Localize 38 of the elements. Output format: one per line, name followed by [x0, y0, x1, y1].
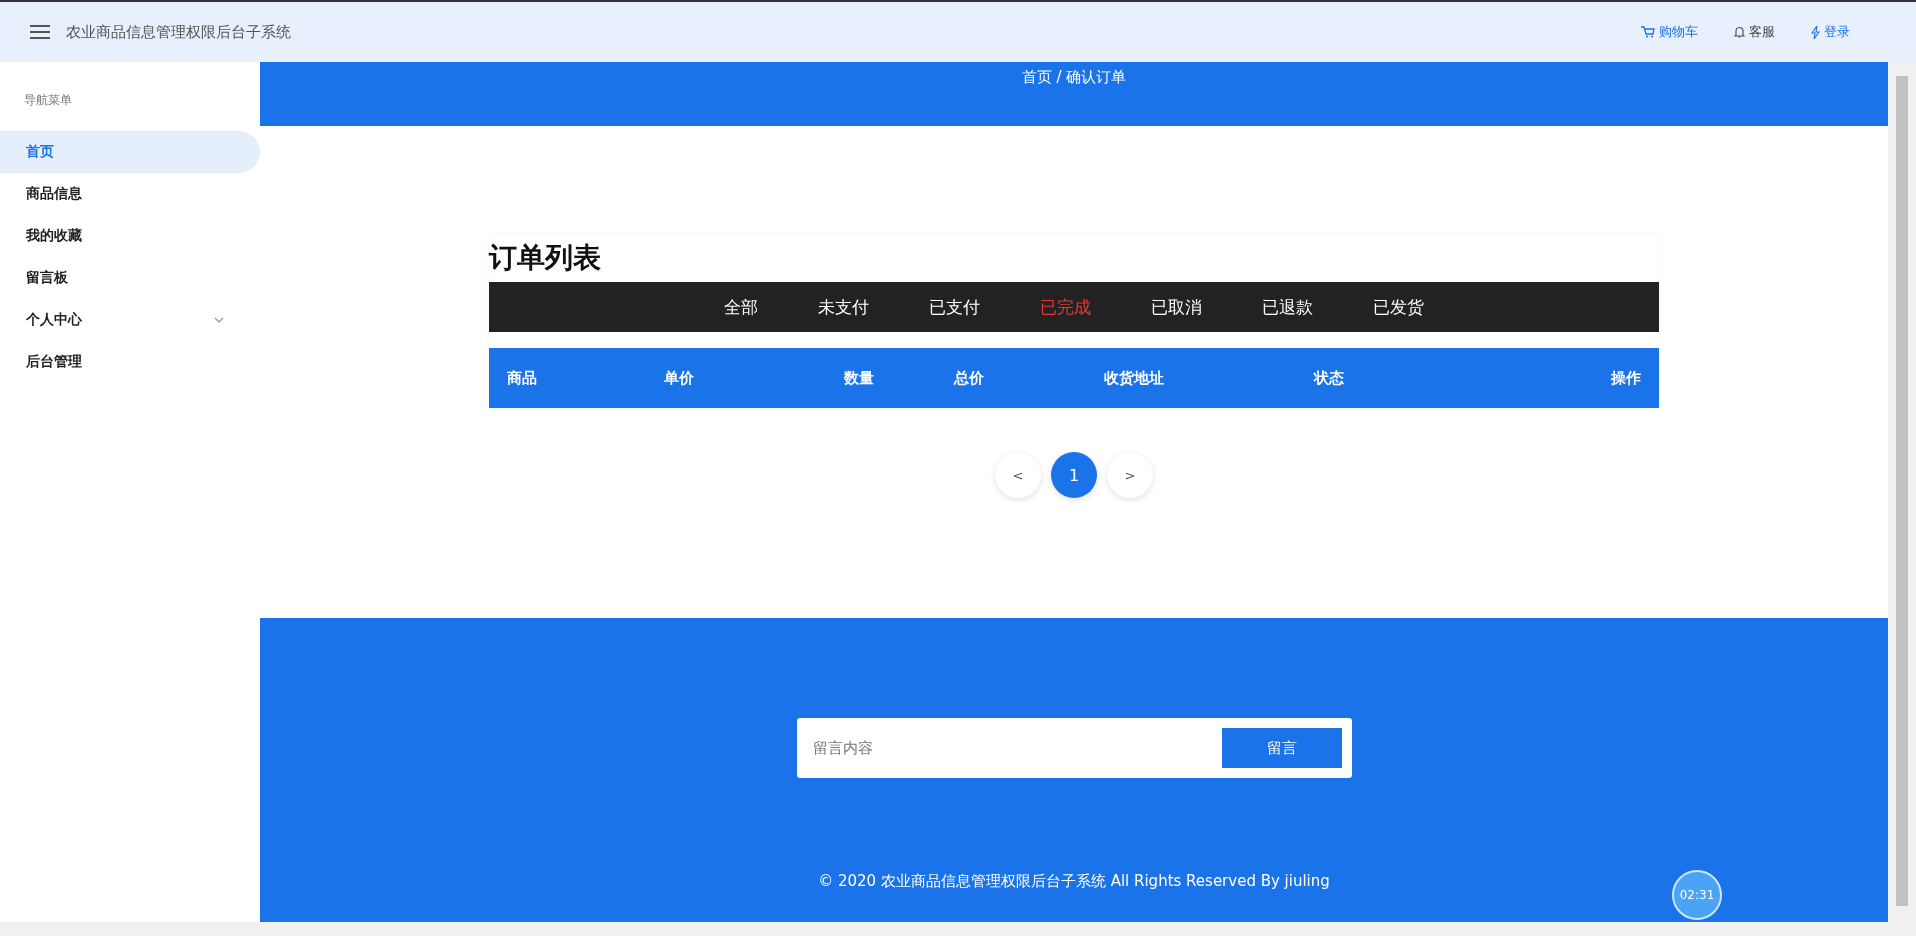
status-tab[interactable]: 已发货	[1373, 295, 1424, 319]
status-tab[interactable]: 已完成	[1040, 295, 1091, 319]
status-tab[interactable]: 未支付	[818, 295, 869, 319]
header-link[interactable]: 登录	[1811, 23, 1850, 41]
sidebar-item[interactable]: 个人中心	[0, 299, 260, 341]
sidebar-item[interactable]: 后台管理	[0, 341, 260, 383]
header-link[interactable]: 客服	[1734, 23, 1775, 41]
status-tab[interactable]: 已支付	[929, 295, 980, 319]
column-header: 单价	[664, 368, 695, 388]
status-tab[interactable]: 全部	[724, 295, 758, 319]
column-header: 收货地址	[1104, 368, 1165, 388]
sidebar-item[interactable]: 留言板	[0, 257, 260, 299]
lightning-icon	[1811, 25, 1820, 39]
copyright-text: © 2020 农业商品信息管理权限后台子系统 All Rights Reserved By jiuling	[818, 872, 1330, 891]
submit-message-button[interactable]: 留言	[1221, 728, 1342, 768]
section-title: 订单列表	[489, 240, 602, 276]
next-page-button[interactable]: >	[1107, 452, 1153, 498]
sidebar-item[interactable]: 我的收藏	[0, 215, 260, 257]
bell-icon	[1734, 26, 1745, 38]
breadcrumb: 首页 / 确认订单	[1021, 68, 1127, 88]
header-link[interactable]: 购物车	[1641, 23, 1698, 41]
column-header: 总价	[954, 368, 985, 388]
app-title: 农业商品信息管理权限后台子系统	[66, 22, 291, 42]
menu-icon[interactable]	[30, 25, 50, 39]
sidebar-heading: 导航菜单	[23, 92, 73, 109]
column-header: 操作	[1610, 368, 1641, 388]
column-header: 商品	[507, 368, 538, 388]
cart-icon	[1641, 26, 1655, 38]
page-button[interactable]: 1	[1051, 452, 1097, 498]
horizontal-scrollbar[interactable]	[0, 922, 1916, 936]
status-tab[interactable]: 已退款	[1262, 295, 1313, 319]
status-tab[interactable]: 已取消	[1151, 295, 1202, 319]
column-header: 状态	[1314, 368, 1345, 388]
column-header: 数量	[844, 368, 875, 388]
sidebar-item[interactable]: 首页	[0, 131, 260, 173]
vertical-scrollbar[interactable]	[1888, 62, 1916, 922]
sidebar-item[interactable]: 商品信息	[0, 173, 260, 215]
previous-page-button[interactable]: <	[995, 452, 1041, 498]
